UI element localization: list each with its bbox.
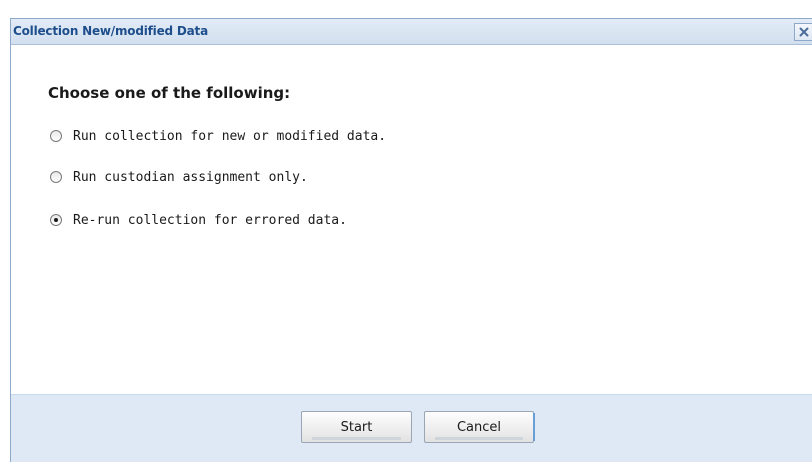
- options-heading: Choose one of the following:: [48, 84, 291, 102]
- start-button[interactable]: Start: [301, 411, 412, 443]
- radio-custodian-assignment[interactable]: [50, 171, 62, 183]
- radio-run-collection[interactable]: [50, 130, 62, 142]
- option-label: Run collection for new or modified data.: [73, 128, 387, 144]
- option-label: Re-run collection for errored data.: [73, 212, 347, 228]
- close-icon: [799, 27, 809, 37]
- dialog-title: Collection New/modified Data: [13, 24, 208, 38]
- dialog-title-bar[interactable]: Collection New/modified Data: [11, 19, 812, 45]
- close-button[interactable]: [794, 23, 812, 41]
- option-rerun-errored[interactable]: Re-run collection for errored data.: [50, 210, 347, 230]
- option-custodian-assignment[interactable]: Run custodian assignment only.: [50, 167, 308, 187]
- cancel-button[interactable]: Cancel: [424, 411, 535, 443]
- option-label: Run custodian assignment only.: [73, 169, 308, 185]
- collection-dialog: Collection New/modified Data Choose one …: [10, 18, 812, 462]
- radio-rerun-errored[interactable]: [50, 214, 62, 226]
- option-run-collection[interactable]: Run collection for new or modified data.: [50, 126, 386, 146]
- dialog-footer: Start Cancel: [11, 394, 812, 462]
